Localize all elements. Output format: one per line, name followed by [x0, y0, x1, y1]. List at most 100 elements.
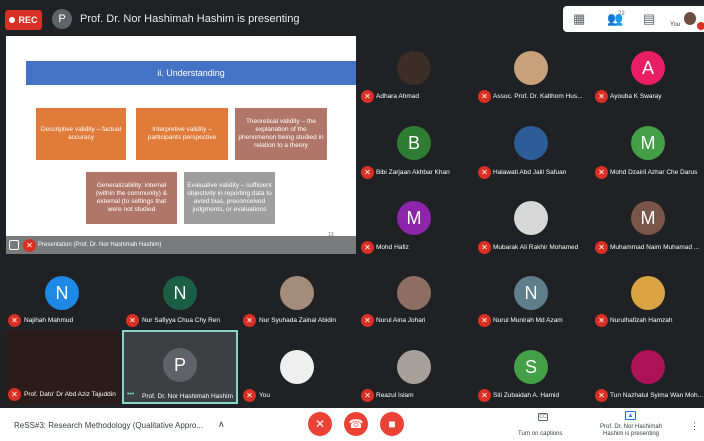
self-avatar[interactable] — [684, 12, 696, 25]
mic-off-icon: ✕ — [595, 90, 608, 103]
participant-avatar: A — [631, 51, 665, 85]
participant-name: Tun Nazhatul Syima Wan Moh... — [610, 392, 704, 399]
captions-icon[interactable]: CC — [538, 413, 548, 421]
participant-name: Adhara Ahmad — [376, 93, 420, 100]
participant-avatar: P — [163, 348, 197, 382]
participant-name: Nurulhafizah Hamzah — [610, 317, 673, 324]
record-dot-icon — [9, 17, 16, 23]
participant-photo — [514, 126, 548, 160]
participant-name: Najihah Mahmud — [24, 317, 74, 324]
chevron-up-icon[interactable]: ∧ — [218, 419, 225, 430]
presenter-avatar: P — [52, 9, 72, 29]
you-label: You — [670, 22, 681, 28]
mic-off-icon: ✕ — [361, 389, 374, 402]
mic-off-icon: ✕ — [595, 314, 608, 327]
bottom-toolbar: ReSS#3: Research Methodology (Qualitativ… — [0, 408, 704, 441]
mic-off-icon: ✕ — [243, 389, 256, 402]
top-toolbar: ▦ 👥 22 ▤ You — [563, 6, 704, 32]
participant-photo — [397, 276, 431, 310]
mic-off-icon: ✕ — [23, 239, 36, 252]
notification-dot — [697, 22, 704, 30]
participant-avatar: M — [397, 201, 431, 235]
presenting-status[interactable]: Prof. Dr. Nor Hashimah Hashim is present… — [589, 424, 673, 438]
active-speaker-tile[interactable]: P ••• Prof. Dr. Nor Hashimah Hashim — [122, 330, 238, 404]
mic-off-icon: ✕ — [361, 166, 374, 179]
camera-toggle-button[interactable]: ■ — [380, 412, 404, 436]
mic-off-icon: ✕ — [595, 166, 608, 179]
participant-avatar: N — [514, 276, 548, 310]
participant-photo — [397, 350, 431, 384]
participant-avatar: S — [514, 350, 548, 384]
participant-name: Siti Zubaidah A. Hamid — [493, 392, 560, 399]
participant-name: Nurul Aina Johari — [376, 317, 426, 324]
mic-off-icon: ✕ — [595, 389, 608, 402]
slide-box-descriptive: Descriptive validity – factual accuracy — [36, 108, 126, 160]
participant-video-tile[interactable]: ✕ Prof. Dato' Dr Abd Aziz Tajuddin — [6, 330, 120, 404]
chat-icon[interactable]: ▤ — [643, 12, 655, 26]
mic-off-icon: ✕ — [8, 314, 21, 327]
participant-avatar: N — [45, 276, 79, 310]
participant-name: Mubarak Ali Rakhir Mohamed — [493, 244, 579, 251]
mic-off-icon: ✕ — [478, 166, 491, 179]
participant-photo — [514, 51, 548, 85]
participant-photo — [631, 350, 665, 384]
phone-hangup-icon: ☎ — [348, 417, 364, 431]
presenting-title: Prof. Dr. Nor Hashimah Hashim is present… — [80, 13, 300, 25]
participant-count: 22 — [618, 11, 625, 17]
participant-name: Assoc. Prof. Dr. Kalthom Hus... — [493, 93, 583, 100]
participant-photo — [280, 276, 314, 310]
recording-label: REC — [18, 15, 38, 25]
mic-off-icon: ✕ — [8, 388, 21, 401]
mic-off-icon: ✕ — [478, 241, 491, 254]
mic-off-icon: ✕ — [595, 241, 608, 254]
mic-off-icon: ✕ — [361, 90, 374, 103]
participant-name: Mohd Dzairil Azhar Che Darus — [610, 169, 698, 176]
mic-off-icon: ✕ — [243, 314, 256, 327]
participant-name: Nur Syuhada Zainal Abidin — [259, 317, 336, 324]
leave-call-button[interactable]: ☎ — [344, 412, 368, 436]
participant-photo — [514, 201, 548, 235]
participant-name: Reazul Islam — [376, 392, 414, 399]
participant-name: Ayouba K Swaray — [610, 93, 662, 100]
recording-badge: REC — [5, 10, 42, 30]
participant-avatar: M — [631, 126, 665, 160]
mic-off-icon: ✕ — [478, 389, 491, 402]
mic-toggle-button[interactable]: ✕ — [308, 412, 332, 436]
stage-label: Presentation (Prof. Dr. Nor Hashimah Has… — [38, 242, 162, 248]
mic-off-icon: ✕ — [361, 241, 374, 254]
mic-off-icon: ✕ — [314, 417, 326, 431]
present-icon[interactable]: ▲ — [625, 411, 636, 420]
stage-label-bar: ✕ Presentation (Prof. Dr. Nor Hashimah H… — [6, 236, 356, 254]
more-options-icon[interactable]: ⋮ — [690, 421, 699, 432]
mic-off-icon: ✕ — [126, 314, 139, 327]
participant-name: You — [259, 392, 270, 399]
mic-off-icon: ✕ — [478, 90, 491, 103]
captions-button[interactable]: Turn on captions — [518, 431, 562, 437]
grid-layout-icon[interactable]: ▦ — [573, 12, 585, 26]
mic-off-icon: ✕ — [361, 314, 374, 327]
self-photo — [280, 350, 314, 384]
slide-box-interpretive: Interpretive validity – participants per… — [136, 108, 228, 160]
participant-name: Muhammad Naim Muhamad ... — [610, 244, 700, 251]
speaking-icon: ••• — [127, 391, 135, 398]
slide-box-evaluative: Evaluative validity – sufficient objecti… — [184, 172, 275, 224]
presentation-stage[interactable]: ii. Understanding Descriptive validity –… — [6, 36, 356, 254]
participant-name: Bibi Zarjaan Akhbar Khan — [376, 169, 450, 176]
participant-name: Prof. Dr. Nor Hashimah Hashim — [142, 393, 234, 400]
participant-avatar: M — [631, 201, 665, 235]
participant-photo — [631, 276, 665, 310]
mic-off-icon: ✕ — [478, 314, 491, 327]
slide-box-generalizability: Generalizability: internal (within the c… — [86, 172, 177, 224]
camera-off-icon: ■ — [388, 417, 396, 431]
participant-photo — [397, 51, 431, 85]
participant-avatar: B — [397, 126, 431, 160]
participant-name: Halawati Abd Jalil Safuan — [493, 169, 567, 176]
participant-avatar: N — [163, 276, 197, 310]
participant-name: Nurul Munirah Md Azam — [493, 317, 563, 324]
meeting-title[interactable]: ReSS#3: Research Methodology (Qualitativ… — [14, 421, 203, 430]
slide-banner: ii. Understanding — [26, 61, 356, 85]
top-bar: REC P Prof. Dr. Nor Hashimah Hashim is p… — [0, 0, 704, 36]
participant-name: Nur Safiyya Chua Chy Ren — [142, 317, 221, 324]
participant-name: Prof. Dato' Dr Abd Aziz Tajuddin — [24, 391, 116, 398]
participant-name: Mohd Hafiz — [376, 244, 409, 251]
